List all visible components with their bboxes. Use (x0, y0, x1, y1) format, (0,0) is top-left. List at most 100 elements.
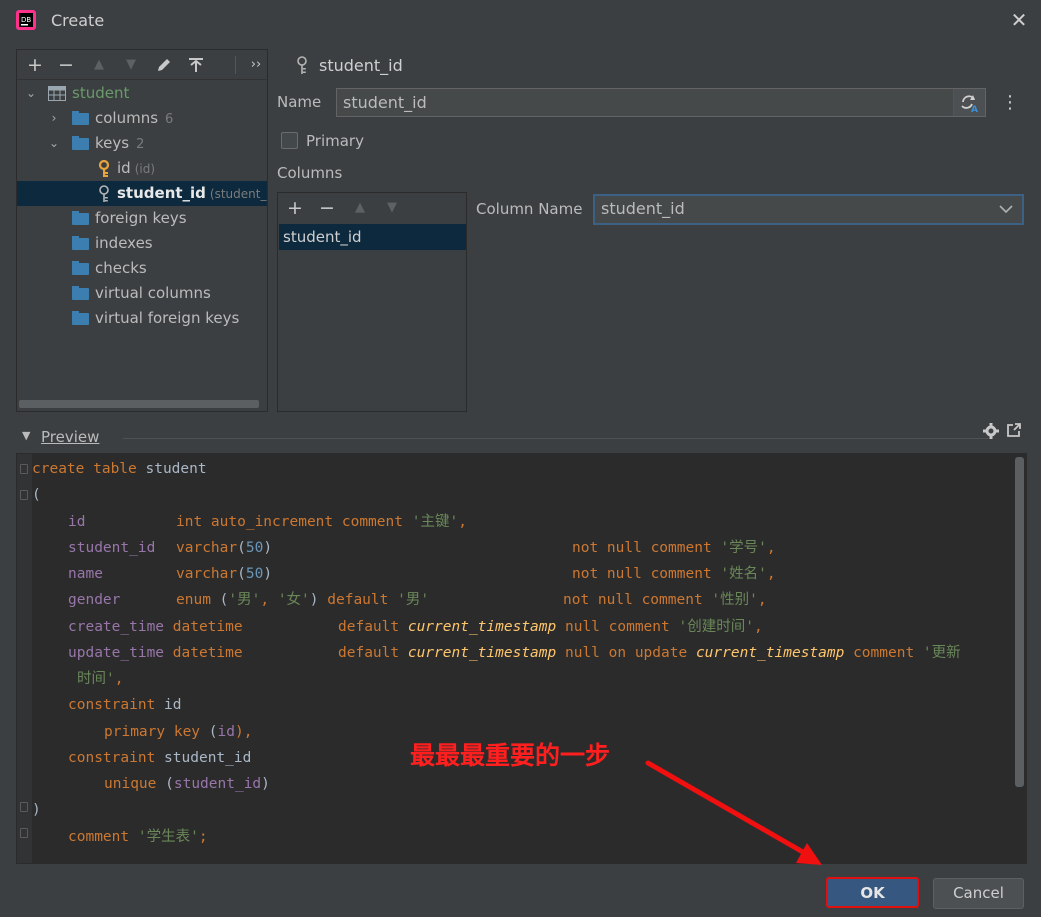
code-line: id (68, 511, 85, 533)
keys-count: 2 (136, 137, 145, 152)
tree-item-key-id[interactable]: id (id) (17, 156, 267, 181)
dropdown-icon[interactable] (999, 205, 1013, 214)
code-line: create_time datetime (68, 616, 243, 638)
fold-marker[interactable] (20, 464, 28, 474)
tree-item-foreign-keys[interactable]: foreign keys (17, 206, 267, 231)
code-token: '性别' (711, 592, 758, 608)
table-icon (48, 86, 66, 101)
collapse-triangle-icon[interactable]: ▼ (22, 429, 30, 442)
chevron-down-icon[interactable]: ⌄ (25, 81, 37, 106)
more-icon[interactable]: ›› (249, 54, 263, 76)
tree-item-key-student-id[interactable]: student_id(student_id (17, 181, 267, 206)
primary-checkbox[interactable] (281, 132, 298, 149)
columns-count: 6 (165, 112, 174, 127)
pin-icon[interactable] (185, 54, 207, 76)
add-icon[interactable]: + (284, 197, 306, 219)
code-token: ; (198, 829, 208, 845)
chevron-right-icon[interactable]: › (48, 106, 60, 131)
code-token: current_timestamp (407, 619, 557, 635)
columns-text: columns (95, 109, 159, 127)
tree-label-indexes: indexes (95, 234, 153, 252)
tree-item-indexes[interactable]: indexes (17, 231, 267, 256)
code-token: '创建时间' (678, 619, 754, 635)
column-name-select[interactable]: student_id (593, 194, 1024, 225)
code-vertical-scrollbar[interactable] (1015, 457, 1024, 787)
app-icon: DB (16, 10, 36, 30)
name-value: student_id (343, 93, 427, 112)
sql-preview[interactable]: create table student ( id int auto_incre… (16, 453, 1027, 864)
move-up-icon[interactable]: ▲ (88, 54, 110, 76)
code-token: id (155, 697, 182, 713)
move-down-icon[interactable]: ▼ (381, 197, 403, 219)
code-line: constraint id (68, 694, 182, 716)
code-token: , (753, 619, 763, 635)
code-token: , (458, 514, 467, 530)
fold-marker[interactable] (20, 828, 28, 838)
edit-icon[interactable] (153, 54, 175, 76)
preview-header[interactable]: ▼ Preview (16, 423, 1026, 448)
remove-icon[interactable]: − (55, 54, 77, 76)
toolbar-separator (235, 56, 236, 74)
code-line: gender (68, 589, 120, 611)
code-token: student_id (173, 776, 262, 792)
primary-label: Primary (306, 132, 364, 150)
code-token: create_time (68, 619, 165, 635)
code-token: , (260, 592, 278, 608)
tree-item-virtual-foreign-keys[interactable]: virtual foreign keys (17, 306, 267, 331)
column-name-value: student_id (601, 199, 685, 218)
folder-icon (72, 136, 89, 150)
tree-item-checks[interactable]: checks (17, 256, 267, 281)
close-icon[interactable]: ✕ (1007, 8, 1031, 32)
tree-label-keys: keys 2 (95, 131, 144, 157)
code-token: varchar (176, 540, 238, 556)
window-title: Create (51, 11, 105, 30)
code-line: varchar(50) (176, 563, 272, 585)
code-line: comment '学生表'; (68, 826, 208, 848)
code-token: , (114, 671, 124, 687)
refresh-icon[interactable]: A (953, 89, 985, 116)
name-field[interactable]: student_id A (336, 88, 986, 117)
folder-icon (72, 311, 89, 325)
code-token: gender (68, 592, 121, 608)
code-line: update_time datetime (68, 642, 243, 664)
code-line: unique (student_id) (104, 773, 270, 795)
remove-icon[interactable]: − (316, 197, 338, 219)
move-up-icon[interactable]: ▲ (349, 197, 371, 219)
primary-key-icon (98, 160, 110, 177)
code-line: primary key (id), (104, 721, 252, 743)
code-line: not null comment '性别', (563, 589, 767, 611)
code-token: comment (68, 829, 130, 845)
ok-button[interactable]: OK (826, 877, 919, 908)
column-list-item[interactable]: student_id (279, 224, 466, 250)
folder-icon (72, 286, 89, 300)
move-down-icon[interactable]: ▼ (120, 54, 142, 76)
tree-label-foreign-keys: foreign keys (95, 209, 187, 227)
external-icon[interactable] (1006, 422, 1022, 438)
code-token: '男' (397, 592, 430, 608)
code-token: ( (200, 724, 218, 740)
tree-item-keys[interactable]: ⌄ keys 2 (17, 131, 267, 156)
folder-icon (72, 211, 89, 225)
fold-marker[interactable] (20, 490, 28, 500)
tree-item-student[interactable]: ⌄ student (17, 81, 267, 106)
add-icon[interactable]: + (24, 54, 46, 76)
menu-dots-icon[interactable]: ⋮ (1001, 92, 1019, 114)
key-icon (297, 56, 307, 74)
code-line: ( (32, 484, 41, 506)
code-token: constraint (68, 697, 156, 713)
tree-horizontal-scrollbar[interactable] (19, 400, 259, 408)
gear-icon[interactable] (982, 422, 1000, 440)
fold-marker[interactable] (20, 802, 28, 812)
code-token: student (136, 461, 207, 477)
tree-item-columns[interactable]: › columns 6 (17, 106, 267, 131)
cancel-button[interactable]: Cancel (933, 878, 1024, 909)
code-token: current_timestamp (695, 645, 845, 661)
code-line: not null comment '学号', (572, 537, 776, 559)
key-student-id-text: student_id (117, 184, 206, 202)
code-line: 时间', (77, 668, 123, 690)
chevron-down-icon[interactable]: ⌄ (48, 131, 60, 156)
code-line: student_id (68, 537, 155, 559)
name-label: Name (277, 93, 322, 111)
tree-item-virtual-columns[interactable]: virtual columns (17, 281, 267, 306)
code-token: , (757, 592, 767, 608)
